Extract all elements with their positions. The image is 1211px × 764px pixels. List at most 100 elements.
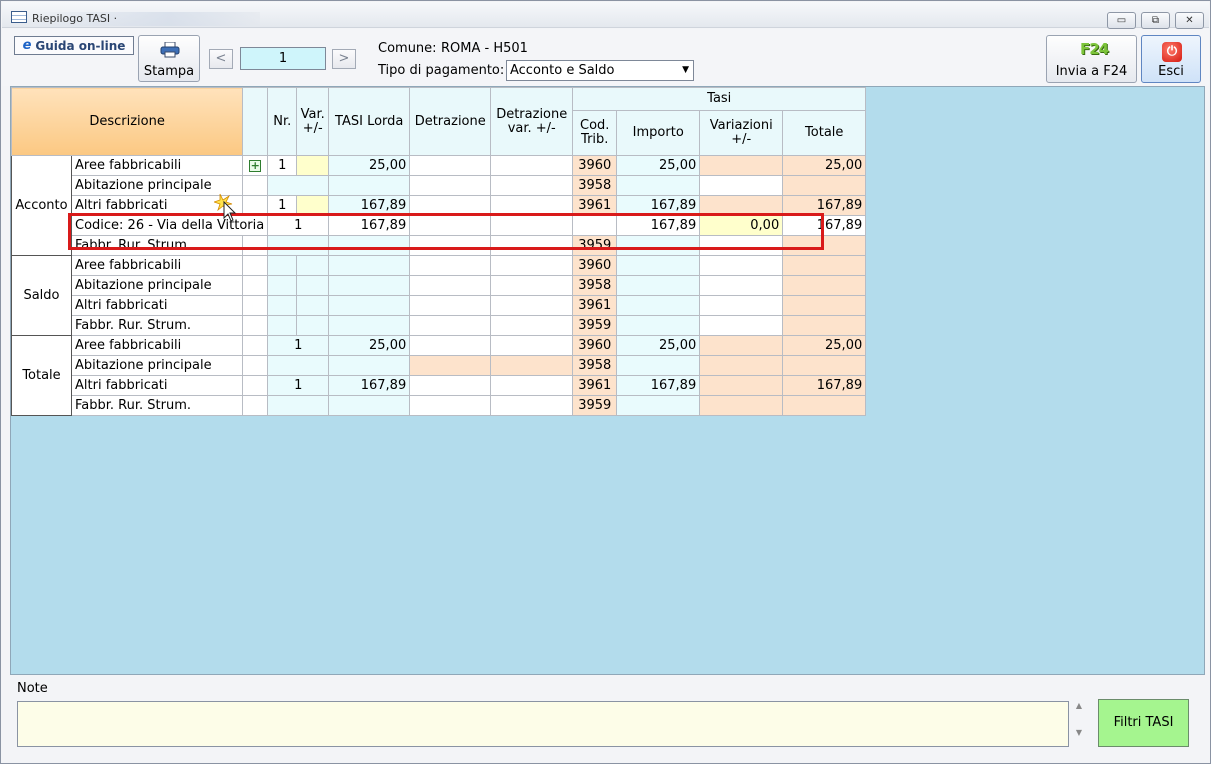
expand-plus-icon[interactable]: + xyxy=(249,160,262,172)
row-importo: 25,00 xyxy=(616,335,701,356)
detail-variazioni[interactable]: 0,00 xyxy=(699,215,784,236)
row-tasi-lorda xyxy=(328,355,411,376)
minimize-button[interactable]: ▭ xyxy=(1107,12,1136,29)
table-row[interactable]: Totale Aree fabbricabili 1 25,00 3960 25… xyxy=(11,335,867,416)
maximize-button[interactable]: ⧉ xyxy=(1141,12,1170,29)
group-saldo: Saldo xyxy=(11,255,72,336)
window-title: Riepilogo TASI · xyxy=(32,12,260,26)
table-row[interactable]: Fabbr. Rur. Strum. 3959 xyxy=(12,395,867,416)
table-row[interactable]: Altri fabbricati 1 167,89 3961 167,89 16… xyxy=(12,195,867,216)
row-importo: 167,89 xyxy=(616,195,701,216)
table-row[interactable]: Abitazione principale 3958 xyxy=(12,275,867,296)
previous-page-button[interactable]: < xyxy=(209,49,233,69)
row-nr: 1 xyxy=(267,155,298,176)
scroll-down-icon[interactable]: ▼ xyxy=(1072,728,1086,737)
row-totale: 25,00 xyxy=(782,155,867,176)
exit-button[interactable]: ⏻ Esci xyxy=(1141,35,1201,83)
header-descrizione[interactable]: Descrizione xyxy=(10,87,244,156)
table-row[interactable]: Altri fabbricati 3961 xyxy=(12,295,867,316)
payment-type-select[interactable]: Acconto e Saldo ▼ xyxy=(506,60,694,81)
row-variazioni[interactable] xyxy=(699,235,784,256)
row-cod-trib: 3961 xyxy=(572,295,618,316)
table-row[interactable]: Fabbr. Rur. Strum. 3959 xyxy=(12,235,867,256)
row-var[interactable] xyxy=(296,155,330,176)
detail-tasi-lorda: 167,89 xyxy=(328,215,411,236)
header-var[interactable]: Var. +/- xyxy=(296,87,330,156)
row-detrazione-var[interactable] xyxy=(490,155,574,176)
row-cod-trib: 3958 xyxy=(572,355,618,376)
row-tasi-lorda: 167,89 xyxy=(328,195,411,216)
table-row[interactable]: Fabbr. Rur. Strum. 3959 xyxy=(12,315,867,336)
send-f24-label: Invia a F24 xyxy=(1055,64,1128,79)
filter-tasi-button[interactable]: Filtri TASI xyxy=(1098,699,1189,747)
scroll-up-icon[interactable]: ▲ xyxy=(1072,701,1086,710)
detail-row[interactable]: Codice: 26 - Via della Vittoria 1 167,89… xyxy=(12,215,867,236)
row-variazioni[interactable] xyxy=(699,175,784,196)
row-detrazione[interactable] xyxy=(409,235,492,256)
row-cod-trib: 3958 xyxy=(572,275,618,296)
row-cod-trib: 3960 xyxy=(572,335,618,356)
table-row[interactable]: Acconto Aree fabbricabili + 1 25,00 3960… xyxy=(11,155,867,256)
print-label: Stampa xyxy=(143,64,195,79)
row-detrazione-var[interactable] xyxy=(490,175,574,196)
table-row[interactable]: Abitazione principale 3958 xyxy=(12,355,867,376)
header-detrazione[interactable]: Detrazione xyxy=(409,87,492,156)
f24-icon: F24 xyxy=(1080,40,1109,58)
row-nr xyxy=(267,395,330,416)
row-desc: Aree fabbricabili xyxy=(70,335,244,356)
online-guide-button[interactable]: e Guida on-line xyxy=(14,36,134,55)
header-cod-trib[interactable]: Cod. Trib. xyxy=(572,110,618,156)
row-desc: Fabbr. Rur. Strum. xyxy=(70,315,244,336)
row-totale xyxy=(782,395,867,416)
header-detrazione-var[interactable]: Detrazione var. +/- xyxy=(490,87,574,156)
notes-scrollbar[interactable]: ▲ ▼ xyxy=(1072,701,1086,747)
table-icon xyxy=(11,11,27,23)
page-number-field[interactable]: 1 xyxy=(240,47,326,70)
row-nr xyxy=(267,355,330,376)
row-importo xyxy=(616,175,701,196)
header-nr[interactable]: Nr. xyxy=(267,87,298,156)
row-desc: Abitazione principale xyxy=(70,355,244,376)
summary-grid: Descrizione Nr. Var. +/- TASI Lorda Detr… xyxy=(10,86,1205,675)
row-importo xyxy=(616,355,701,376)
next-page-button[interactable]: > xyxy=(332,49,356,69)
row-cod-trib: 3960 xyxy=(572,255,618,276)
row-detrazione[interactable] xyxy=(409,175,492,196)
row-detrazione-var[interactable] xyxy=(490,235,574,256)
row-importo xyxy=(616,395,701,416)
row-tasi-lorda xyxy=(328,235,411,256)
row-detrazione[interactable] xyxy=(409,195,492,216)
header-importo[interactable]: Importo xyxy=(616,110,701,156)
table-row[interactable]: Abitazione principale 3958 xyxy=(12,175,867,196)
row-importo xyxy=(616,235,701,256)
row-desc: Abitazione principale xyxy=(70,275,244,296)
row-cod-trib: 3961 xyxy=(572,375,618,396)
header-tasi-lorda[interactable]: TASI Lorda xyxy=(328,87,411,156)
detail-detrazione[interactable] xyxy=(409,215,492,236)
send-f24-button[interactable]: F24 Invia a F24 xyxy=(1046,35,1137,83)
online-guide-label: Guida on-line xyxy=(35,38,126,53)
detail-cod-trib xyxy=(572,215,618,236)
row-importo: 25,00 xyxy=(616,155,701,176)
mouse-cursor-icon xyxy=(214,193,237,222)
print-button[interactable]: Stampa xyxy=(138,35,200,82)
close-button[interactable]: ✕ xyxy=(1175,12,1204,29)
row-totale xyxy=(782,175,867,196)
row-var[interactable] xyxy=(296,195,330,216)
header-variazioni[interactable]: Variazioni +/- xyxy=(699,110,784,156)
row-importo: 167,89 xyxy=(616,375,701,396)
header-totale[interactable]: Totale xyxy=(782,110,867,156)
comune-value: ROMA - H501 xyxy=(441,41,528,56)
dropdown-arrow-icon: ▼ xyxy=(682,65,689,75)
detail-detrazione-var[interactable] xyxy=(490,215,574,236)
title-bar: Riepilogo TASI · ▭ ⧉ ✕ xyxy=(2,2,1209,29)
row-cod-trib: 3959 xyxy=(572,315,618,336)
row-variazioni[interactable] xyxy=(699,195,784,216)
table-row[interactable]: Altri fabbricati 1 167,89 3961 167,89 16… xyxy=(12,375,867,396)
row-variazioni[interactable] xyxy=(699,155,784,176)
notes-textarea[interactable] xyxy=(17,701,1069,747)
row-detrazione-var[interactable] xyxy=(490,195,574,216)
row-detrazione[interactable] xyxy=(409,155,492,176)
detail-nr: 1 xyxy=(267,215,330,236)
table-row[interactable]: Saldo Aree fabbricabili 3960 xyxy=(11,255,867,336)
